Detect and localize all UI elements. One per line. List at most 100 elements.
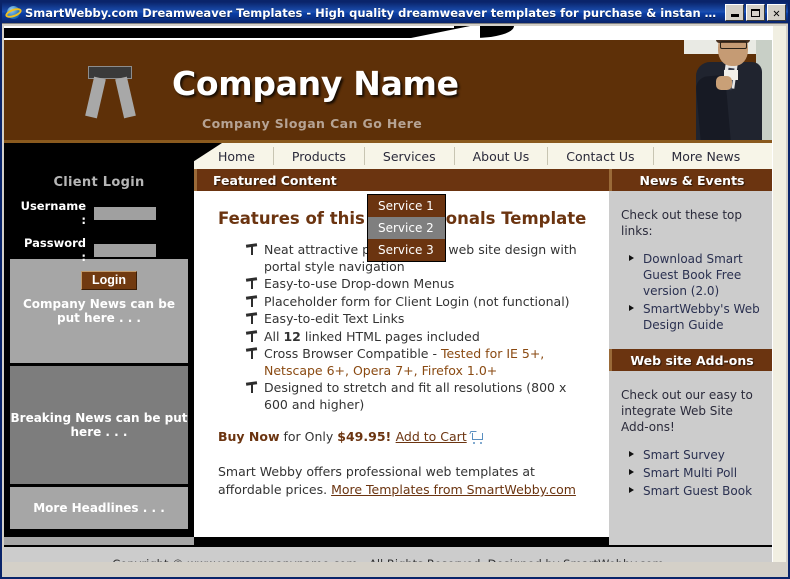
feature-text: Placeholder form for Client Login (not f… [264, 293, 570, 309]
buy-now-label: Buy Now [218, 429, 280, 444]
more-templates-link[interactable]: More Templates from SmartWebby.com [331, 482, 576, 497]
list-item: Designed to stretch and fit all resoluti… [245, 380, 591, 413]
dropdown-item-service-2[interactable]: Service 2 [368, 217, 445, 239]
browser-window: SmartWebby.com Dreamweaver Templates - H… [0, 0, 790, 579]
feature-text: Designed to stretch and fit all resoluti… [264, 380, 567, 412]
list-item: All 12 linked HTML pages included [245, 328, 591, 346]
arrow-bullet-icon [629, 255, 634, 261]
site-banner: Company Name Company Slogan Can Go Here [4, 40, 772, 143]
username-input[interactable] [94, 206, 156, 220]
addon-link-label: Smart Guest Book [643, 484, 753, 498]
pushpin-bullet-icon [245, 312, 258, 325]
username-label: Username : [20, 199, 86, 227]
addons-links: Smart Survey Smart Multi Poll Smart Gues… [609, 435, 772, 499]
site-footer: Copyright © www.yourcompanyname.com - Al… [4, 537, 772, 562]
shopping-cart-icon[interactable] [469, 431, 485, 444]
company-name: Company Name [172, 64, 459, 103]
username-row: Username : [4, 199, 194, 227]
login-button[interactable]: Login [80, 271, 137, 290]
breaking-news-block[interactable]: Breaking News can be put here . . . [10, 366, 188, 484]
news-link-label: Download Smart Guest Book Free version (… [643, 252, 743, 298]
password-input[interactable] [94, 243, 156, 257]
list-item[interactable]: Download Smart Guest Book Free version (… [627, 251, 764, 299]
list-item: Easy-to-use Drop-down Menus [245, 276, 591, 293]
list-item[interactable]: Smart Survey [627, 447, 764, 463]
minimize-button[interactable] [725, 4, 744, 21]
nav-item-about-us[interactable]: About Us [455, 147, 549, 165]
nav-item-products[interactable]: Products [274, 147, 365, 165]
arrow-bullet-icon [629, 469, 634, 475]
news-events-header: News & Events [609, 169, 772, 191]
pushpin-bullet-icon [245, 381, 258, 394]
window-title: SmartWebby.com Dreamweaver Templates - H… [25, 5, 719, 20]
internet-explorer-icon [4, 5, 23, 20]
password-row: Password : [4, 236, 194, 264]
status-strip [4, 563, 786, 575]
addon-link-label: Smart Multi Poll [643, 466, 738, 480]
title-bar: SmartWebby.com Dreamweaver Templates - H… [2, 2, 788, 23]
pushpin-bullet-icon [245, 277, 258, 290]
price-value: $49.95 [337, 429, 386, 444]
nav-item-more-news[interactable]: More News [654, 147, 759, 165]
add-to-cart-link[interactable]: Add to Cart [396, 429, 467, 444]
feature-text: Easy-to-use Drop-down Menus [264, 276, 455, 291]
main-navigation: Home Products Services About Us Contact … [4, 143, 772, 169]
vertical-scrollbar[interactable] [772, 26, 786, 562]
site-root: Company Name Company Slogan Can Go Here … [4, 26, 772, 562]
nav-item-services[interactable]: Services [365, 147, 455, 165]
client-login-title: Client Login [53, 175, 145, 190]
feature-text: Easy-to-edit Text Links [264, 311, 405, 326]
list-item[interactable]: Smart Guest Book [627, 483, 764, 499]
feature-text: All 12 linked HTML pages included [264, 328, 480, 344]
company-logo-icon [82, 66, 140, 119]
businessman-photo [684, 40, 772, 140]
list-item: Placeholder form for Client Login (not f… [245, 293, 591, 311]
pushpin-bullet-icon [245, 329, 258, 343]
password-label: Password : [24, 236, 86, 264]
feature-text-plain: Cross Browser Compatible - [264, 346, 441, 361]
news-events-intro: Check out these top links: [621, 208, 743, 238]
top-accent-bar [4, 26, 772, 40]
nav-item-home[interactable]: Home [200, 147, 274, 165]
list-item: Easy-to-edit Text Links [245, 311, 591, 328]
browser-viewport: Company Name Company Slogan Can Go Here … [2, 23, 788, 577]
dropdown-item-service-1[interactable]: Service 1 [368, 195, 445, 217]
right-sidebar: News & Events Check out these top links:… [609, 169, 772, 537]
nav-item-contact-us[interactable]: Contact Us [548, 147, 654, 165]
buy-now-line: Buy Now for Only $49.95! Add to Cart [218, 429, 591, 444]
arrow-bullet-icon [629, 487, 634, 493]
dropdown-item-service-3[interactable]: Service 3 [368, 239, 445, 261]
footer-accent-bar [4, 537, 772, 547]
nav-left-block [4, 143, 194, 169]
list-item[interactable]: Smart Multi Poll [627, 465, 764, 481]
web-page: Company Name Company Slogan Can Go Here … [4, 26, 772, 562]
pushpin-bullet-icon [245, 347, 258, 360]
addons-intro: Check out our easy to integrate Web Site… [621, 388, 753, 434]
site-blurb: Smart Webby offers professional web temp… [218, 463, 591, 499]
features-list: Neat attractive professionals web site d… [218, 242, 591, 413]
left-sidebar: Client Login Username : Password : Login [4, 169, 194, 537]
window-controls: ✕ [725, 4, 786, 21]
addons-header: Web site Add-ons [609, 349, 772, 371]
more-headlines-block[interactable]: More Headlines . . . [10, 487, 188, 529]
copyright-text: Copyright © www.yourcompanyname.com - Al… [4, 547, 772, 562]
buy-suffix-text: ! [385, 429, 396, 444]
news-events-links: Download Smart Guest Book Free version (… [609, 239, 772, 333]
arrow-bullet-icon [629, 451, 634, 457]
maximize-button[interactable] [746, 4, 765, 21]
login-button-row: Login [4, 271, 194, 290]
close-button[interactable]: ✕ [767, 4, 786, 21]
buy-middle-text: for Only [279, 429, 338, 444]
company-slogan: Company Slogan Can Go Here [202, 116, 423, 131]
content-area: Service 1 Service 2 Service 3 Client Log… [4, 169, 772, 537]
list-item: Cross Browser Compatible - Tested for IE… [245, 346, 591, 379]
pushpin-bullet-icon [245, 243, 258, 256]
pushpin-bullet-icon [245, 294, 258, 308]
featured-content-header: Featured Content [194, 169, 609, 191]
news-link-label: SmartWebby's Web Design Guide [643, 302, 760, 332]
arrow-bullet-icon [629, 305, 634, 311]
list-item[interactable]: SmartWebby's Web Design Guide [627, 301, 764, 333]
services-dropdown-menu: Service 1 Service 2 Service 3 [367, 194, 446, 262]
addon-link-label: Smart Survey [643, 448, 725, 462]
client-login-form: Client Login Username : Password : Login [4, 169, 194, 290]
